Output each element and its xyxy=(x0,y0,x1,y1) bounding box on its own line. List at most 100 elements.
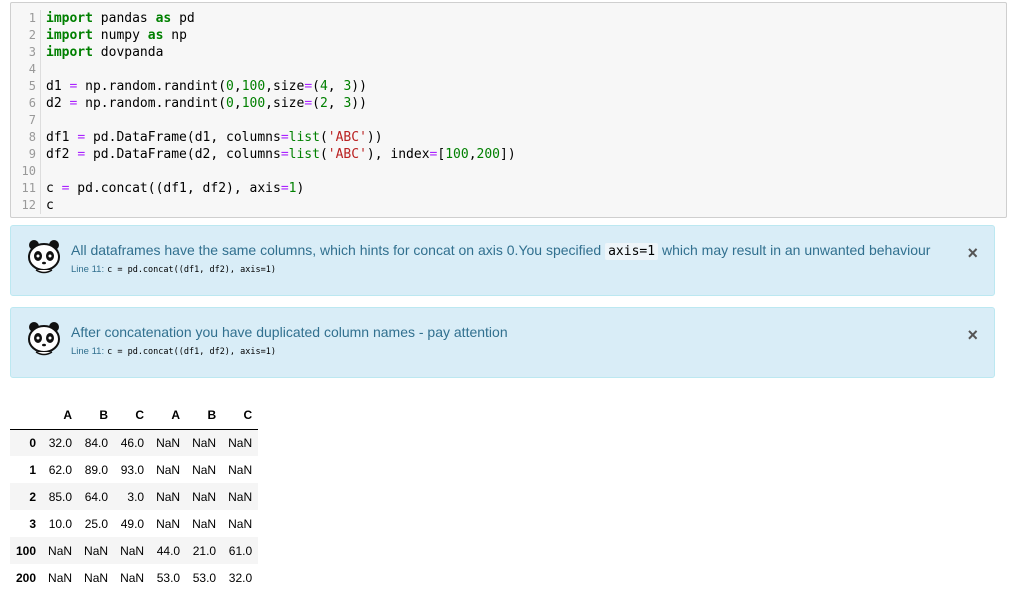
code-line[interactable]: 11 c = pd.concat((df1, df2), axis=1) xyxy=(11,180,1006,197)
alert-line-label: Line 11: xyxy=(71,264,105,275)
code-token: ( xyxy=(319,147,328,162)
panda-icon xyxy=(28,322,60,356)
code-token: 0 xyxy=(226,79,234,94)
table-cell: NaN xyxy=(192,489,217,504)
row-index: 0 xyxy=(29,435,37,450)
table-cell: 32.0 xyxy=(228,570,253,585)
table-cell: NaN xyxy=(48,570,73,585)
column-header: A xyxy=(42,402,79,430)
table-cell: NaN xyxy=(228,462,253,477)
close-icon[interactable]: × xyxy=(967,326,978,344)
code-token: ]) xyxy=(500,147,516,162)
table-cell: 93.0 xyxy=(120,462,145,477)
code-text: import numpy as np xyxy=(41,27,187,44)
alert-line-code: c = pd.concat((df1, df2), axis=1) xyxy=(107,265,276,275)
code-line[interactable]: 2 import numpy as np xyxy=(11,27,1006,44)
column-header: A xyxy=(150,402,187,430)
code-token: c xyxy=(46,181,62,196)
alert-message-code: axis=1 xyxy=(605,243,659,260)
table-cell: 61.0 xyxy=(228,543,253,558)
column-header: B xyxy=(78,402,115,430)
table-cell: 44.0 xyxy=(156,543,181,558)
code-token: = xyxy=(304,96,313,111)
code-line[interactable]: 8 df1 = pd.DataFrame(d1, columns=list('AB… xyxy=(11,129,1006,146)
code-token: , xyxy=(233,96,242,111)
table-cell: 62.0 xyxy=(48,462,73,477)
code-line[interactable]: 3 import dovpanda xyxy=(11,44,1006,61)
code-token: = xyxy=(280,130,289,145)
table-row: 3 10.0 25.0 49.0 NaN NaN NaN xyxy=(10,510,258,537)
code-line[interactable]: 12 c xyxy=(11,197,1006,214)
table-cell: NaN xyxy=(84,570,109,585)
table-row: 2 85.0 64.0 3.0 NaN NaN NaN xyxy=(10,483,259,510)
code-line[interactable]: 7 xyxy=(11,112,1006,129)
code-token: as xyxy=(147,28,164,43)
dovpanda-alert-axis: All dataframes have the same columns, wh… xyxy=(10,225,995,296)
code-editor[interactable]: 1 import pandas as pd 2 import numpy as np 3… xyxy=(11,10,1006,214)
line-number: 1 xyxy=(11,10,41,27)
column-header: B xyxy=(186,402,223,430)
code-text: d1 = np.random.randint(0,100,size=(4, 3)… xyxy=(41,78,367,95)
close-icon[interactable]: × xyxy=(967,244,978,262)
code-token: ), index xyxy=(366,147,430,162)
table-cell: 49.0 xyxy=(120,516,145,531)
code-cell[interactable]: 1 import pandas as pd 2 import numpy as np 3… xyxy=(10,2,1007,218)
code-text: df2 = pd.DataFrame(d2, columns=list('ABC… xyxy=(41,146,516,163)
code-token: )) xyxy=(351,79,367,94)
code-token: = xyxy=(77,130,86,145)
alert-line-code: c = pd.concat((df1, df2), axis=1) xyxy=(107,347,276,357)
code-token: d2 xyxy=(46,96,70,111)
column-header: C xyxy=(114,402,151,430)
code-token: ( xyxy=(319,130,328,145)
code-token: dovpanda xyxy=(92,45,164,60)
table-cell: NaN xyxy=(48,543,73,558)
code-text: c = pd.concat((df1, df2), axis=1) xyxy=(41,180,304,197)
code-token: , xyxy=(327,96,344,111)
alert-line-reference: Line 11: c = pd.concat((df1, df2), axis=1… xyxy=(71,264,276,275)
alert-message-text: After concatenation you have duplicated … xyxy=(71,324,508,340)
code-token: 'ABC' xyxy=(327,147,367,162)
table-cell: 21.0 xyxy=(192,543,217,558)
code-token: df1 xyxy=(46,130,78,145)
row-index: 2 xyxy=(29,489,37,504)
table-cell: 89.0 xyxy=(84,462,109,477)
code-token: 4 xyxy=(319,79,328,94)
code-token: = xyxy=(304,79,313,94)
code-token: 0 xyxy=(226,96,234,111)
code-token: pd.DataFrame(d2, columns xyxy=(85,147,281,162)
code-token: ) xyxy=(296,181,305,196)
code-token: )) xyxy=(351,96,367,111)
code-text: import pandas as pd xyxy=(41,10,195,27)
table-cell: 85.0 xyxy=(48,489,73,504)
code-token: , xyxy=(468,147,477,162)
code-token: 100 xyxy=(241,79,266,94)
line-number: 4 xyxy=(11,61,41,78)
code-token: pd.DataFrame(d1, columns xyxy=(85,130,281,145)
code-token: 'ABC' xyxy=(327,130,367,145)
code-line[interactable]: 1 import pandas as pd xyxy=(11,10,1006,27)
line-number: 12 xyxy=(11,197,41,214)
code-line[interactable]: 6 d2 = np.random.randint(0,100,size=(2, 3… xyxy=(11,95,1006,112)
table-cell: NaN xyxy=(228,435,253,450)
line-number: 7 xyxy=(11,112,41,129)
code-line[interactable]: 4 xyxy=(11,61,1006,78)
code-token: df2 xyxy=(46,147,78,162)
code-token: ( xyxy=(312,79,320,94)
code-token: = xyxy=(77,147,86,162)
code-text: d2 = np.random.randint(0,100,size=(2, 3)… xyxy=(41,95,367,112)
code-token: import xyxy=(46,45,93,60)
code-line[interactable]: 5 d1 = np.random.randint(0,100,size=(4, 3… xyxy=(11,78,1006,95)
code-token: 200 xyxy=(476,147,500,162)
code-line[interactable]: 10 xyxy=(11,163,1006,180)
code-token: import xyxy=(46,28,93,43)
table-cell: 84.0 xyxy=(84,435,109,450)
code-line[interactable]: 9 df2 = pd.DataFrame(d2, columns=list('AB… xyxy=(11,146,1006,163)
code-token: )) xyxy=(366,130,383,145)
table-row: 100 NaN NaN NaN 44.0 21.0 61.0 xyxy=(10,537,259,564)
table-row: 0 32.0 84.0 46.0 NaN NaN NaN xyxy=(10,429,259,456)
line-number: 2 xyxy=(11,27,41,44)
alert-line-reference: Line 11: c = pd.concat((df1, df2), axis=1… xyxy=(71,346,276,357)
